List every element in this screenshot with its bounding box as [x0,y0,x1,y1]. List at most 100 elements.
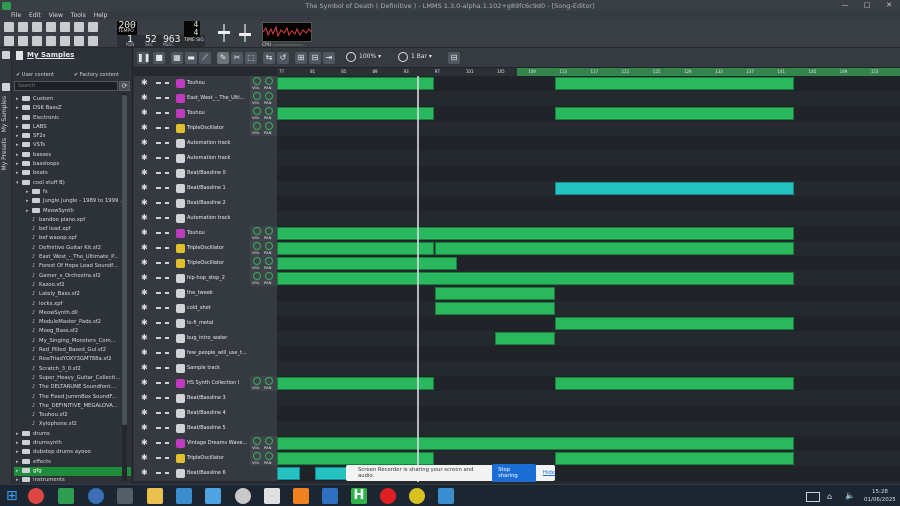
new-from-template-icon[interactable] [18,22,28,32]
track-name[interactable]: few_people_will_use_t... [187,346,249,361]
tab-my-samples[interactable]: My Samples [1,96,8,132]
app-icon-2[interactable] [117,488,133,504]
menu-view[interactable]: View [49,12,63,19]
mute-toggle[interactable] [156,457,161,459]
auto-track-icon[interactable] [176,214,185,223]
loop-points-button[interactable]: ⇆ [263,52,275,64]
tree-file[interactable]: ♪ MeowSynth.dll [14,309,131,318]
sample-track-icon[interactable] [176,274,185,283]
tree-file[interactable]: ♪ East_West_-_The_Ultimate_P... [14,253,131,262]
bb-track-icon[interactable] [176,394,185,403]
tree-file[interactable]: ♪ Xylophone.sf2 [14,420,131,429]
gear-icon[interactable]: ✱ [141,423,148,432]
tree-file[interactable]: ♪ bef lead.xpf [14,225,131,234]
track-lane[interactable] [277,256,900,271]
pattern-clip[interactable] [277,77,434,90]
tree-folder[interactable]: ▸ beats [14,169,131,178]
solo-toggle[interactable] [165,472,169,474]
panning-knob[interactable] [265,107,273,115]
chrome-icon[interactable] [28,488,44,504]
auto-track-icon[interactable] [176,139,185,148]
export-icon[interactable] [74,22,84,32]
minimize-button[interactable]: — [834,0,856,11]
bb-track-icon[interactable] [176,199,185,208]
track-name[interactable]: Automation track [187,211,249,226]
solo-toggle[interactable] [165,232,169,234]
mute-toggle[interactable] [156,187,161,189]
tree-file[interactable]: ♪ The_DEFINITIVE_MEGALOVA... [14,402,131,411]
open-project-icon[interactable] [32,22,42,32]
pattern-clip[interactable] [555,107,794,120]
pattern-clip[interactable] [555,77,794,90]
knife-mode-button[interactable]: ✂ [231,52,243,64]
panning-knob[interactable] [265,227,273,235]
solo-toggle[interactable] [165,157,169,159]
gear-icon[interactable]: ✱ [141,213,148,222]
track-name[interactable]: East_West_-_The_Ulti... [187,91,249,106]
solo-toggle[interactable] [165,97,169,99]
bb-track-icon[interactable] [176,469,185,478]
metronome-icon[interactable] [88,22,98,32]
track-lane[interactable] [277,151,900,166]
solo-toggle[interactable] [165,202,169,204]
tree-file[interactable]: ♪ locks.xpf [14,300,131,309]
sample-track-icon[interactable] [176,289,185,298]
mixer-icon[interactable] [60,36,70,46]
lmms-taskbar-icon[interactable] [58,488,74,504]
track-name[interactable]: TripleOscillator [187,256,249,271]
app-icon-8[interactable] [409,488,425,504]
gear-icon[interactable]: ✱ [141,393,148,402]
solo-toggle[interactable] [165,352,169,354]
pattern-clip[interactable] [555,452,794,465]
refresh-icon[interactable]: ⟳ [119,81,130,91]
menu-edit[interactable]: Edit [29,12,41,19]
tree-folder[interactable]: ▸ Electronic [14,114,131,123]
mute-toggle[interactable] [156,247,161,249]
mute-toggle[interactable] [156,97,161,99]
sf2-track-icon[interactable] [176,109,185,118]
tree-file[interactable]: ♪ RiseTriadYOXY3GMT88a.sf2 [14,355,131,364]
volume-knob[interactable] [253,227,261,235]
tree-folder[interactable]: ▸ SF2s [14,132,131,141]
track-lane[interactable] [277,316,900,331]
pattern-clip[interactable] [277,242,434,255]
panning-knob[interactable] [265,272,273,280]
sample-track-icon[interactable] [176,304,185,313]
sample-track-icon[interactable] [176,334,185,343]
tree-folder[interactable]: ▸ LABS [14,123,131,132]
solo-toggle[interactable] [165,367,169,369]
solo-toggle[interactable] [165,292,169,294]
save-project-icon[interactable] [60,22,70,32]
maximize-button[interactable]: □ [856,0,878,11]
mute-toggle[interactable] [156,337,161,339]
track-lane[interactable] [277,346,900,361]
track-lane[interactable] [277,136,900,151]
gear-icon[interactable]: ✱ [141,198,148,207]
volume-knob[interactable] [253,92,261,100]
track-lane[interactable] [277,361,900,376]
song-editor-icon[interactable] [4,36,14,46]
close-button[interactable]: ✕ [878,0,900,11]
track-name[interactable]: Beat/Bassline 0 [187,166,249,181]
mute-toggle[interactable] [156,442,161,444]
volume-knob[interactable] [253,122,261,130]
tree-file[interactable]: ♪ Scratch_3_0.sf2 [14,365,131,374]
timeline[interactable]: 77 81 85 89 93 97 101 105 109 113 117 121 125 129 133 1… [277,68,900,76]
track-name[interactable]: Beat/Bassline 2 [187,196,249,211]
track-name[interactable]: Beat/Bassline 6 [187,466,249,481]
zoom-select[interactable]: 100% ▾ [359,53,381,60]
app-icon-h[interactable]: H [351,488,367,504]
track-name[interactable]: Automation track [187,136,249,151]
volume-knob[interactable] [253,452,261,460]
tab-my-presets[interactable]: My Presets [1,138,8,170]
mute-toggle[interactable] [156,232,161,234]
mute-toggle[interactable] [156,82,161,84]
track-lane[interactable] [277,451,900,466]
panning-knob[interactable] [265,92,273,100]
tree-folder[interactable]: ▾ cool stuff B) [14,179,131,188]
solo-toggle[interactable] [165,337,169,339]
osc-track-icon[interactable] [176,124,185,133]
sf2-track-icon[interactable] [176,94,185,103]
track-name[interactable]: Vintage Dreams Wave... [187,436,249,451]
tree-folder[interactable]: ▸ Jungle Jungle - 1989 to 1999 ... [14,197,131,206]
